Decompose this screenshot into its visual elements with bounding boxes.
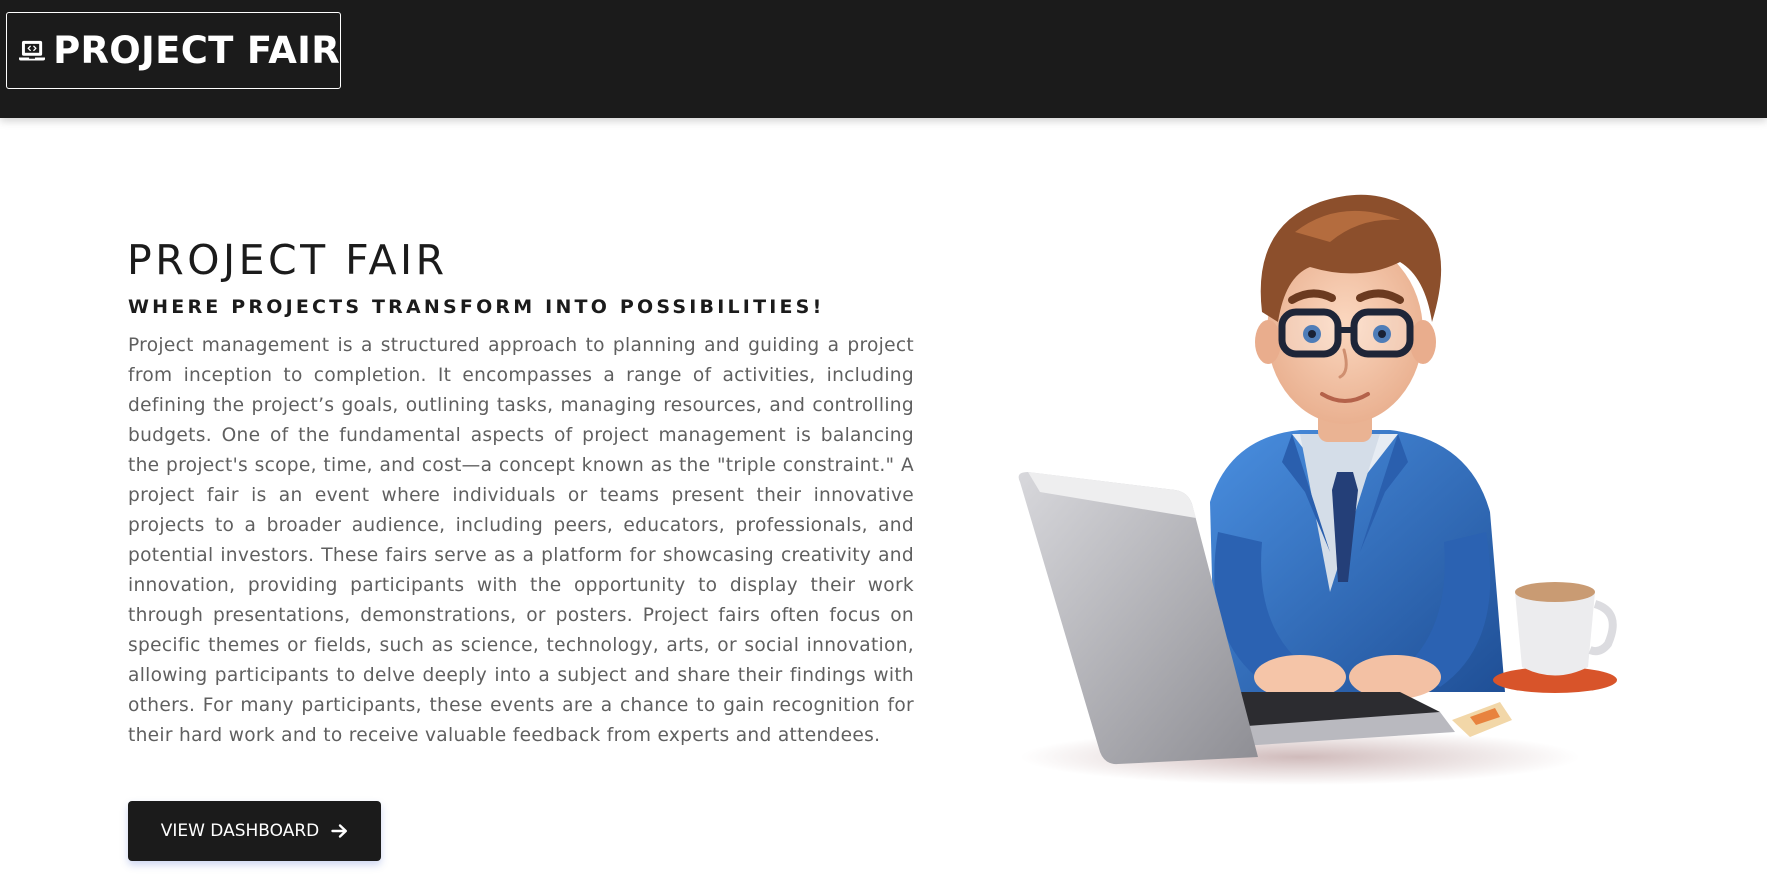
view-dashboard-label: VIEW DASHBOARD [160,821,320,841]
hero-title: PROJECT FAIR [127,236,448,284]
arrow-right-icon [331,824,348,838]
brand-link[interactable]: PROJECT FAIR [6,12,341,89]
hero-subtitle: WHERE PROJECTS TRANSFORM INTO POSSIBILIT… [128,296,825,318]
developer-illustration [1018,194,1617,785]
view-dashboard-button[interactable]: VIEW DASHBOARD [128,801,381,861]
hero-description: Project management is a structured appro… [128,335,914,746]
laptop-code-icon [19,40,46,60]
navbar: PROJECT FAIR [0,0,1767,118]
brand-label: PROJECT FAIR [53,29,340,72]
